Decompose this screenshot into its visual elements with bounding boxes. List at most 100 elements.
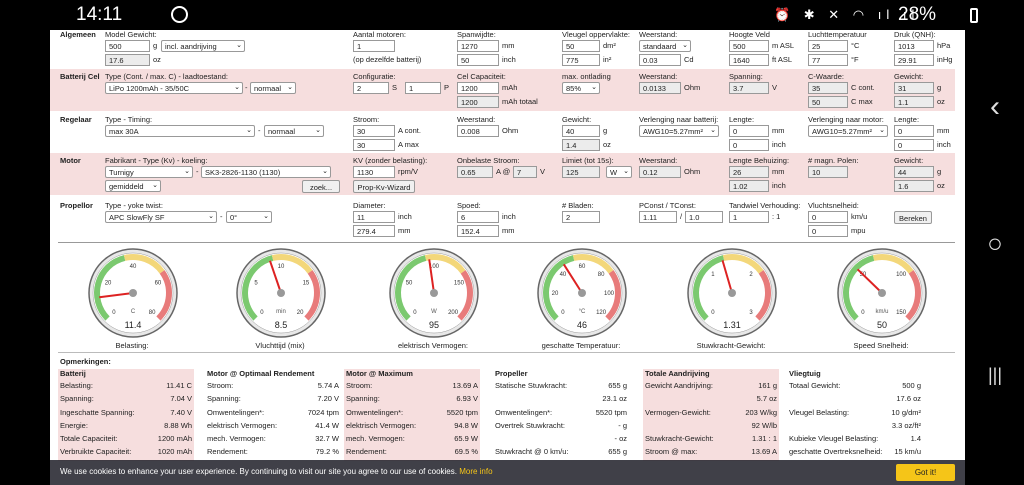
select-value: standaard [643,42,677,51]
gauge-3: 020406080100120°C46 [537,248,627,338]
unit-label: Ohm [502,126,519,135]
phone-frame: 14:11 ⏰ ✱ ✕ ◠ ıl ıl 28% ‹ ○ ||| Algemeen… [0,0,1024,485]
altitude-m-input[interactable]: 500 [729,40,769,52]
flight-speed-label: Vluchtsnelheid: [808,201,859,210]
area-dm-input[interactable]: 50 [562,40,600,52]
recent-apps-button[interactable]: ||| [982,365,1008,386]
got-it-button[interactable]: Got it! [896,464,955,481]
battery-state-select[interactable]: normaal ⌄ [250,82,296,94]
motors-input[interactable]: 1 [353,40,395,52]
resistance-select[interactable]: standaard ⌄ [639,40,691,52]
motor-ext-length-mm[interactable]: 0 [894,125,934,137]
select-value: gemiddeld [109,182,144,191]
cells-s-input[interactable]: 2 [353,82,389,94]
back-button[interactable]: ‹ [982,90,1008,124]
select-value: LiPo 1200mAh - 35/50C [109,84,190,93]
chevron-down-icon: ⌄ [710,127,716,134]
ext-length-mm[interactable]: 0 [729,125,769,137]
drive-select[interactable]: incl. aandrijving ⌄ [161,40,245,52]
esc-resistance[interactable]: 0.008 [457,125,499,137]
unit-label: rpm/V [398,167,419,176]
chevron-down-icon: ⌄ [246,127,252,134]
span-label: Spanwijdte: [457,30,496,39]
remarks-row: Belasting: 11.41 C [58,381,194,394]
esc-type-select[interactable]: max 30A ⌄ [105,125,255,137]
motor-extension-select[interactable]: AWG10=5.27mm² ⌄ [808,125,888,137]
remarks-column: Propeller Statische Stuwkracht: 655 g 23.1 … [493,369,629,461]
select-value: normaal [268,127,296,136]
unit-label: °F [851,55,859,64]
discharge-select[interactable]: 85% ⌄ [562,82,600,94]
motor-type-select[interactable]: SK3-2826-1130 (1130) ⌄ [201,166,331,178]
remarks-value: 10 g/dm² [891,407,921,417]
battery-type-select[interactable]: LiPo 1200mAh - 35/50C ⌄ [105,82,243,94]
esc-current-cont[interactable]: 30 [353,125,395,137]
timing-select[interactable]: normaal ⌄ [264,125,324,137]
remarks-value: 13.69 A [751,447,777,457]
unit-label: ft ASL [772,55,793,64]
speed-mph-input[interactable]: 0 [808,225,848,237]
altitude-ft-input[interactable]: 1640 [729,54,769,66]
search-motor-button[interactable]: zoek... [302,180,340,193]
remarks-key: Stroom: [346,381,373,390]
pitch-in-input[interactable]: 6 [457,211,499,223]
motor-ext-length-in[interactable]: 0 [894,139,934,151]
home-button[interactable]: ○ [982,228,1008,259]
pconst-input[interactable]: 1.11 [639,211,677,223]
speed-kmh-input[interactable]: 0 [808,211,848,223]
yoke-twist-select[interactable]: 0° ⌄ [226,211,272,223]
diameter-in-input[interactable]: 11 [353,211,395,223]
kv-label: KV (zonder belasting): [353,156,428,165]
area-in-input[interactable]: 775 [562,54,600,66]
limit-unit-select[interactable]: W ⌄ [606,166,632,178]
remarks-key: Omwentelingen*: [207,407,265,417]
remarks-column-title: Propeller [495,369,528,378]
temp-f-input[interactable]: 77 [808,54,848,66]
gauge-tick-label: 15 [303,281,310,287]
blades-input[interactable]: 2 [562,211,600,223]
pressure-hpa-input[interactable]: 1013 [894,40,934,52]
remarks-key: Rendement: [207,447,248,457]
divider [58,242,955,243]
span-mm-input[interactable]: 1270 [457,40,499,52]
pressure-inhg-input[interactable]: 29.91 [894,54,934,66]
weight-input[interactable]: 500 [105,40,150,52]
cooling-select[interactable]: gemiddeld ⌄ [105,180,161,192]
pitch-mm-input[interactable]: 152.4 [457,225,499,237]
c-cont-output: 35 [808,82,848,94]
ext-length-in[interactable]: 0 [729,139,769,151]
tconst-input[interactable]: 1.0 [685,211,723,223]
pitch-label: Spoed: [457,201,481,210]
unit-label: g [153,41,158,50]
esc-weight-g[interactable]: 40 [562,125,600,137]
span-in-input[interactable]: 50 [457,54,499,66]
remarks-key: Overtrek Stuwkracht: [495,420,566,430]
gauge-tick-label: 80 [598,272,605,278]
prop-kv-wizard-button[interactable]: Prop-Kv-Wizard [353,180,415,193]
select-value: 85% [566,84,582,93]
gear-ratio-input[interactable]: 1 [729,211,769,223]
cd-input[interactable]: 0.03 [639,54,681,66]
temp-c-input[interactable]: 25 [808,40,848,52]
remarks-value: 69.5 % [454,447,478,457]
remarks-row: mech. Vermogen: 32.7 W [205,434,341,447]
more-info-link[interactable]: More info [459,467,492,476]
battery-extension-select[interactable]: AWG10=5.27mm² ⌄ [639,125,719,137]
kv-input[interactable]: 1130 [353,166,395,178]
cookie-text: We use cookies to enhance your user expe… [60,467,457,476]
cells-p-input[interactable]: 1 [405,82,441,94]
esc-current-max[interactable]: 30 [353,139,395,151]
capacity-input[interactable]: 1200 [457,82,499,94]
calculate-button[interactable]: Bereken [894,211,932,224]
unit-label: m ASL [772,41,795,50]
status-bar: 14:11 ⏰ ✱ ✕ ◠ ıl ıl 28% [48,0,978,30]
pconst-label: PConst / TConst: [639,201,696,210]
remarks-value: 5.7 oz [756,394,777,404]
unit-label: km/u [851,212,868,221]
gauge-tick-label: 60 [579,264,586,270]
remarks-row: Stuwkracht @ 0 km/u: 655 g [493,447,629,460]
motor-maker-select[interactable]: Turnigy ⌄ [105,166,193,178]
prop-type-select[interactable]: APC SlowFly SF ⌄ [105,211,217,223]
remarks-row: Vleugel Belasting: 10 g/dm² [787,408,923,421]
diameter-mm-input[interactable]: 279.4 [353,225,395,237]
